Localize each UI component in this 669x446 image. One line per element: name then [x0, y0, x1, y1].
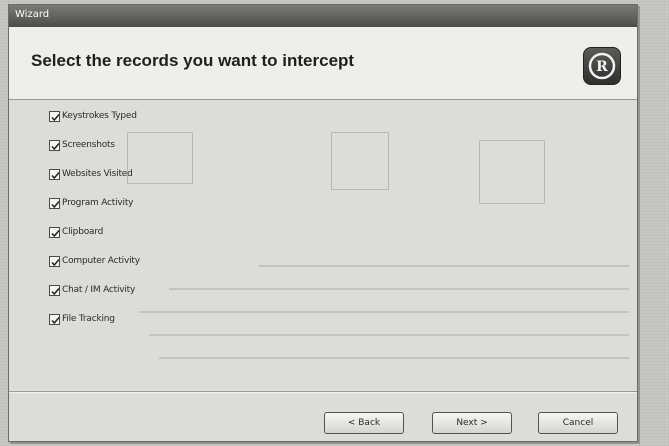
wizard-content: Keystrokes Typed Screenshots Websites Vi…: [9, 100, 637, 390]
background-ghost-box: [331, 132, 389, 190]
record-program-activity-option[interactable]: Program Activity: [49, 195, 133, 211]
background-ghost-box: [127, 132, 193, 184]
back-button[interactable]: < Back: [324, 412, 404, 434]
background-ghost-line: [259, 265, 629, 267]
window-title: Wizard: [15, 9, 50, 20]
keystrokes-label: Keystrokes Typed: [62, 111, 137, 121]
record-file-tracking-option[interactable]: File Tracking: [49, 311, 115, 327]
screenshots-checkbox[interactable]: [49, 139, 60, 151]
footer-divider: [9, 391, 637, 393]
wizard-header: Select the records you want to intercept…: [9, 27, 637, 100]
chat-label: Chat / IM Activity: [62, 285, 136, 295]
background-ghost-line: [159, 357, 629, 359]
svg-text:R: R: [596, 59, 608, 75]
clipboard-checkbox[interactable]: [49, 226, 60, 238]
rc-logo-icon: R: [583, 47, 621, 85]
computer-activity-label: Computer Activity: [62, 256, 140, 266]
record-computer-activity-option[interactable]: Computer Activity: [49, 253, 140, 269]
background-ghost-line: [149, 334, 629, 336]
websites-checkbox[interactable]: [49, 168, 60, 180]
page-title: Select the records you want to intercept: [31, 51, 355, 70]
computer-activity-checkbox[interactable]: [49, 255, 60, 267]
cancel-button[interactable]: Cancel: [538, 412, 618, 434]
record-screenshots-option[interactable]: Screenshots: [49, 137, 115, 153]
record-chat-option[interactable]: Chat / IM Activity: [49, 282, 135, 298]
wizard-window: Wizard Select the records you want to in…: [8, 4, 638, 442]
background-ghost-line: [169, 288, 629, 290]
background-ghost-box: [479, 140, 545, 204]
record-clipboard-option[interactable]: Clipboard: [49, 224, 103, 240]
file-tracking-checkbox[interactable]: [49, 313, 60, 325]
background-ghost-line: [139, 311, 629, 313]
program-activity-checkbox[interactable]: [49, 197, 60, 209]
program-activity-label: Program Activity: [62, 198, 134, 208]
record-keystrokes-option[interactable]: Keystrokes Typed: [49, 108, 137, 124]
keystrokes-checkbox[interactable]: [49, 110, 60, 122]
screenshots-label: Screenshots: [62, 140, 115, 150]
chat-checkbox[interactable]: [49, 284, 60, 296]
next-button[interactable]: Next >: [432, 412, 512, 434]
file-tracking-label: File Tracking: [62, 314, 115, 324]
clipboard-label: Clipboard: [62, 227, 104, 237]
websites-label: Websites Visited: [62, 169, 133, 179]
wizard-footer: < Back Next > Cancel: [9, 394, 637, 441]
record-websites-option[interactable]: Websites Visited: [49, 166, 133, 182]
title-bar[interactable]: Wizard: [9, 5, 637, 27]
